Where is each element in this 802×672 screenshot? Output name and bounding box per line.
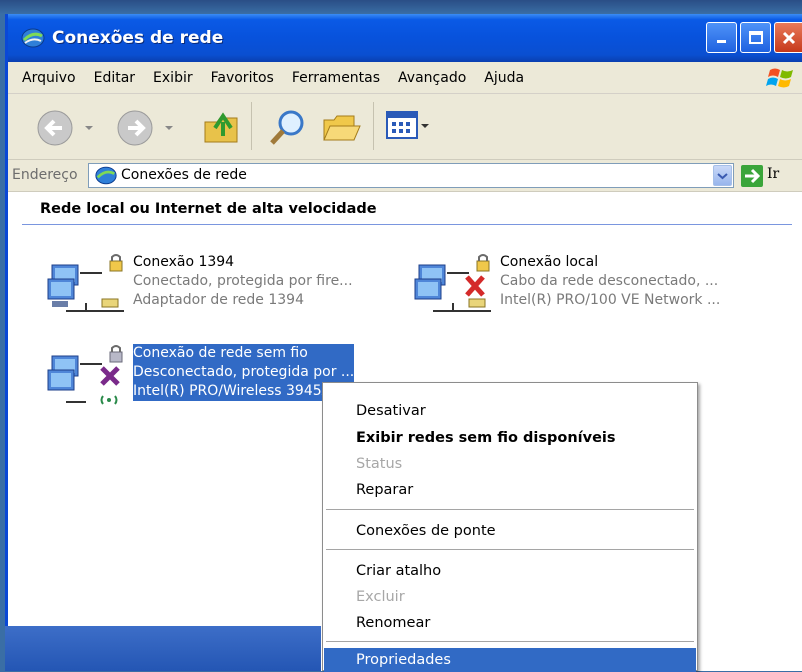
connection-device: Intel(R) PRO/100 VE Network ... xyxy=(500,292,721,308)
go-button[interactable] xyxy=(741,165,763,187)
address-bar: Endereço Conexões de rede Ir xyxy=(8,160,802,192)
close-icon xyxy=(782,31,795,44)
toolbar-separator xyxy=(373,102,374,150)
desktop-background xyxy=(0,0,802,14)
menu-item-create-shortcut[interactable]: Criar atalho xyxy=(324,559,696,583)
toolbar xyxy=(8,94,802,160)
go-arrow-icon xyxy=(745,168,761,184)
connection-status: Conectado, protegida por fire... xyxy=(133,273,353,289)
menu-separator xyxy=(326,641,694,642)
menu-item-desativar[interactable]: Desativar xyxy=(324,399,696,423)
address-label: Endereço xyxy=(12,167,78,183)
connection-status: Desconectado, protegida por ... xyxy=(133,364,355,380)
menu-bar: Arquivo Editar Exibir Favoritos Ferramen… xyxy=(8,62,802,94)
network-connections-icon xyxy=(21,28,45,48)
connection-text: Conexão 1394 Conectado, protegida por fi… xyxy=(133,253,353,310)
menu-item-renomear[interactable]: Renomear xyxy=(324,611,696,635)
network-adapter-icon xyxy=(414,254,491,312)
close-button[interactable] xyxy=(774,22,802,53)
menu-separator xyxy=(326,509,694,510)
section-title: Rede local ou Internet de alta velocidad… xyxy=(40,201,377,217)
menu-ajuda[interactable]: Ajuda xyxy=(484,70,524,86)
connection-name: Conexão 1394 xyxy=(133,254,235,270)
address-input[interactable]: Conexões de rede xyxy=(88,163,734,188)
menu-item-excluir[interactable]: Excluir xyxy=(324,585,696,609)
search-icon[interactable] xyxy=(267,106,311,148)
menu-item-reparar[interactable]: Reparar xyxy=(324,478,696,502)
menu-avancado[interactable]: Avançado xyxy=(398,70,466,86)
window-title: Conexões de rede xyxy=(52,28,224,48)
windows-logo-icon xyxy=(766,68,793,88)
menu-editar[interactable]: Editar xyxy=(94,70,135,86)
menu-favoritos[interactable]: Favoritos xyxy=(211,70,274,86)
forward-arrow-icon[interactable] xyxy=(115,108,179,148)
connection-name: Conexão de rede sem fio xyxy=(133,345,308,361)
wireless-adapter-icon xyxy=(47,345,123,405)
menu-item-view-wireless-networks[interactable]: Exibir redes sem fio disponíveis xyxy=(324,426,696,450)
menu-ferramentas[interactable]: Ferramentas xyxy=(292,70,380,86)
toolbar-separator xyxy=(251,102,252,150)
menu-item-bridge-connections[interactable]: Conexões de ponte xyxy=(324,519,696,543)
maximize-icon xyxy=(748,30,763,44)
connection-name: Conexão local xyxy=(500,254,599,270)
connection-text: Conexão local Cabo da rede desconectado,… xyxy=(500,253,720,310)
desktop-background xyxy=(5,626,321,671)
views-icon[interactable] xyxy=(385,110,431,144)
menu-item-status[interactable]: Status xyxy=(324,452,696,476)
section-divider xyxy=(22,224,792,225)
minimize-button[interactable] xyxy=(706,22,737,53)
title-bar[interactable]: Conexões de rede xyxy=(8,14,802,62)
network-adapter-icon xyxy=(47,254,124,312)
back-arrow-icon[interactable] xyxy=(35,108,99,148)
menu-item-properties[interactable]: Propriedades xyxy=(324,648,696,672)
go-label[interactable]: Ir xyxy=(767,166,779,182)
maximize-button[interactable] xyxy=(740,22,771,53)
context-menu: Desativar Exibir redes sem fio disponíve… xyxy=(322,382,698,672)
folders-icon[interactable] xyxy=(320,106,364,148)
chevron-down-icon xyxy=(717,173,728,180)
minimize-icon xyxy=(716,39,726,43)
address-dropdown-button[interactable] xyxy=(713,165,732,186)
address-value: Conexões de rede xyxy=(121,167,247,183)
menu-exibir[interactable]: Exibir xyxy=(153,70,193,86)
up-folder-icon[interactable] xyxy=(201,106,245,148)
menu-separator xyxy=(326,549,694,550)
connection-device: Adaptador de rede 1394 xyxy=(133,292,305,308)
connection-status: Cabo da rede desconectado, ... xyxy=(500,273,719,289)
network-connections-icon xyxy=(95,166,117,185)
menu-arquivo[interactable]: Arquivo xyxy=(22,70,76,86)
